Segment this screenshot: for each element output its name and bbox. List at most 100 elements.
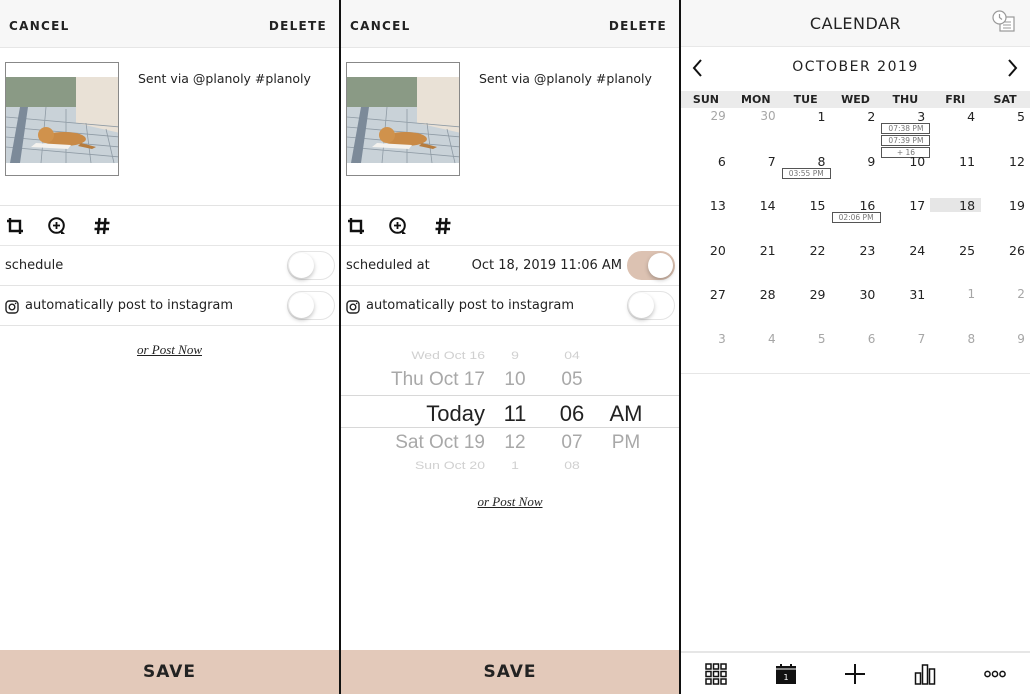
calendar-day[interactable]: 14 — [731, 197, 782, 242]
weekday-label: FRI — [945, 93, 966, 106]
calendar-day[interactable]: 26 — [980, 242, 1030, 287]
chevron-right-icon[interactable] — [1002, 57, 1022, 79]
picker-option[interactable]: 08 — [564, 459, 580, 472]
calendar-day[interactable]: 27 — [681, 286, 732, 331]
scheduled-post-chip[interactable]: 03:55 PM — [781, 167, 831, 179]
delete-button[interactable]: DELETE — [609, 19, 667, 33]
calendar-day[interactable]: 29 — [681, 108, 732, 153]
datetime-picker[interactable]: Wed Oct 16 Thu Oct 17 Today Sat Oct 19 Sun O… — [341, 345, 679, 473]
post-now-link[interactable]: or Post Now — [0, 342, 339, 358]
caption-text[interactable]: Sent via @planoly #planoly — [138, 71, 311, 86]
calendar-day[interactable]: 1 — [930, 286, 981, 331]
zoom-in-icon[interactable] — [388, 216, 408, 236]
picker-date-column[interactable]: Wed Oct 16 Thu Oct 17 Today Sat Oct 19 Sun O… — [381, 345, 485, 473]
picker-option[interactable]: Sat Oct 19 — [395, 432, 485, 454]
picker-option[interactable]: 9 — [511, 349, 519, 362]
calendar-day[interactable]: 30 — [731, 108, 782, 153]
picker-option[interactable]: 10 — [504, 369, 525, 391]
schedule-toggle[interactable] — [627, 251, 675, 280]
calendar-day[interactable]: 4 — [930, 108, 981, 153]
calendar-day[interactable]: 5 — [781, 331, 832, 376]
calendar-view: CALENDAR OCTOBER 2019 SUN MON TUE WED THU FRI… — [681, 0, 1030, 694]
tab-grid[interactable] — [681, 653, 751, 694]
calendar-day[interactable]: 10 — [880, 153, 931, 198]
crop-icon[interactable] — [346, 216, 366, 236]
picker-option[interactable]: 07 — [561, 432, 582, 454]
scheduled-post-chip[interactable]: 07:39 PM — [881, 135, 931, 146]
picker-option[interactable]: 05 — [561, 369, 582, 391]
calendar-day[interactable]: 25 — [930, 242, 981, 287]
calendar-day[interactable]: 29 — [781, 286, 832, 331]
calendar-day[interactable]: 3 — [681, 331, 732, 376]
calendar-day[interactable]: 17 — [880, 197, 931, 242]
tab-add[interactable] — [821, 653, 891, 694]
scheduled-post-chip[interactable]: 07:38 PM — [881, 123, 931, 134]
calendar-day[interactable]: 31 — [880, 286, 931, 331]
calendar-day[interactable]: 8 03:55 PM — [781, 153, 832, 198]
post-image-thumbnail[interactable] — [346, 62, 460, 176]
post-image-thumbnail[interactable] — [5, 62, 119, 176]
picker-option[interactable]: 04 — [564, 349, 580, 362]
calendar-day[interactable]: 3 07:38 PM 07:39 PM + 16 — [880, 108, 931, 158]
calendar-day[interactable]: 7 — [880, 331, 931, 376]
calendar-day[interactable]: 28 — [731, 286, 782, 331]
hashtag-icon[interactable] — [92, 216, 112, 236]
schedule-toggle[interactable] — [287, 251, 335, 280]
calendar-day[interactable]: 21 — [731, 242, 782, 287]
schedule-history-icon[interactable] — [991, 9, 1017, 35]
calendar-day[interactable]: 9 — [831, 153, 882, 198]
picker-hour-column[interactable]: 9 10 11 12 1 — [497, 345, 533, 473]
picker-option[interactable]: PM — [612, 432, 641, 454]
picker-meridiem-column[interactable]: AM PM — [605, 345, 647, 473]
picker-option[interactable]: Thu Oct 17 — [391, 369, 485, 391]
cancel-button[interactable]: CANCEL — [9, 19, 70, 33]
calendar-day[interactable]: 30 — [831, 286, 882, 331]
picker-selected-value[interactable]: Today — [426, 401, 485, 427]
picker-option[interactable]: Sun Oct 20 — [415, 459, 485, 472]
calendar-day[interactable]: 6 — [681, 153, 732, 198]
zoom-in-icon[interactable] — [47, 216, 67, 236]
picker-selected-value[interactable]: 06 — [560, 401, 584, 427]
calendar-day[interactable]: 12 — [980, 153, 1030, 198]
picker-option[interactable]: Wed Oct 16 — [411, 349, 485, 362]
save-button[interactable]: SAVE — [341, 650, 679, 694]
crop-icon[interactable] — [5, 216, 25, 236]
calendar-day[interactable]: 9 — [980, 331, 1030, 376]
calendar-day[interactable]: 2 — [980, 286, 1030, 331]
calendar-day-today[interactable]: 18 — [930, 197, 982, 242]
calendar-day[interactable]: 6 — [831, 331, 882, 376]
caption-text[interactable]: Sent via @planoly #planoly — [479, 71, 652, 86]
calendar-day[interactable]: 4 — [731, 331, 782, 376]
save-button[interactable]: SAVE — [0, 650, 339, 694]
picker-selected-value[interactable]: AM — [610, 401, 643, 427]
scheduled-post-chip[interactable]: 02:06 PM — [831, 212, 881, 223]
calendar-day[interactable]: 8 — [930, 331, 981, 376]
calendar-day[interactable]: 13 — [681, 197, 732, 242]
calendar-day[interactable]: 23 — [831, 242, 882, 287]
auto-post-toggle[interactable] — [627, 291, 675, 320]
scheduled-datetime[interactable]: Oct 18, 2019 11:06 AM — [472, 258, 622, 273]
hashtag-icon[interactable] — [433, 216, 453, 236]
calendar-day[interactable]: 5 — [980, 108, 1030, 153]
picker-selected-value[interactable]: 11 — [504, 401, 527, 427]
calendar-day[interactable]: 15 — [781, 197, 832, 242]
calendar-day[interactable]: 2 — [831, 108, 882, 153]
calendar-day[interactable]: 20 — [681, 242, 732, 287]
picker-option[interactable]: 12 — [504, 432, 525, 454]
auto-post-toggle[interactable] — [287, 291, 335, 320]
calendar-day[interactable]: 19 — [980, 197, 1030, 242]
delete-button[interactable]: DELETE — [269, 19, 327, 33]
cancel-button[interactable]: CANCEL — [350, 19, 411, 33]
calendar-day[interactable]: 24 — [880, 242, 931, 287]
tab-analytics[interactable] — [890, 653, 960, 694]
post-now-link[interactable]: or Post Now — [341, 494, 679, 510]
calendar-day[interactable]: 1 — [781, 108, 832, 153]
picker-option[interactable]: 1 — [511, 459, 519, 472]
calendar-day[interactable]: 16 02:06 PM — [831, 197, 882, 242]
calendar-day[interactable]: 22 — [781, 242, 832, 287]
calendar-day[interactable]: 11 — [930, 153, 981, 198]
calendar-day[interactable]: 7 — [731, 153, 782, 198]
tab-more[interactable] — [960, 653, 1030, 694]
picker-minute-column[interactable]: 04 05 06 07 08 — [553, 345, 591, 473]
tab-calendar[interactable]: 1 — [751, 653, 821, 694]
